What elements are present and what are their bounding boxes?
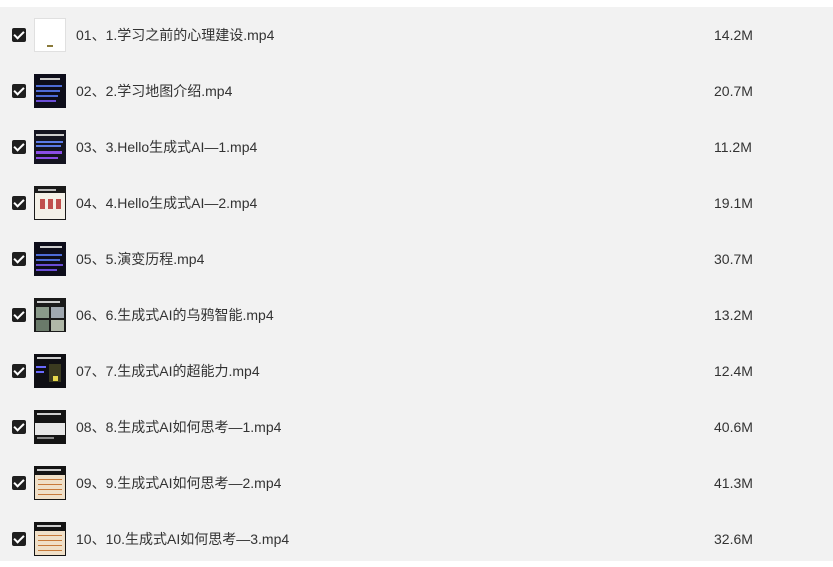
checkbox-checked[interactable]: [12, 252, 26, 266]
file-name[interactable]: 10、10.生成式AI如何思考—3.mp4: [76, 511, 289, 567]
file-size: 40.6M: [714, 419, 753, 435]
checkbox-checked[interactable]: [12, 364, 26, 378]
file-row[interactable]: 02、2.学习地图介绍.mp4 20.7M: [0, 63, 833, 119]
video-thumbnail: [34, 186, 66, 220]
file-name[interactable]: 03、3.Hello生成式AI—1.mp4: [76, 119, 257, 175]
video-thumbnail: [34, 354, 66, 388]
checkbox-checked[interactable]: [12, 196, 26, 210]
file-size: 20.7M: [714, 83, 753, 99]
file-name[interactable]: 04、4.Hello生成式AI—2.mp4: [76, 175, 257, 231]
file-size: 30.7M: [714, 251, 753, 267]
file-name[interactable]: 05、5.演变历程.mp4: [76, 231, 204, 287]
checkbox-checked[interactable]: [12, 532, 26, 546]
checkbox-checked[interactable]: [12, 308, 26, 322]
file-name[interactable]: 09、9.生成式AI如何思考—2.mp4: [76, 455, 281, 511]
file-row[interactable]: 05、5.演变历程.mp4 30.7M: [0, 231, 833, 287]
checkbox-checked[interactable]: [12, 140, 26, 154]
video-thumbnail: [34, 130, 66, 164]
video-thumbnail: [34, 466, 66, 500]
file-row[interactable]: 06、6.生成式AI的乌鸦智能.mp4 13.2M: [0, 287, 833, 343]
file-size: 11.2M: [714, 139, 752, 155]
file-row[interactable]: 03、3.Hello生成式AI—1.mp4 11.2M: [0, 119, 833, 175]
video-thumbnail: [34, 18, 66, 52]
file-name[interactable]: 08、8.生成式AI如何思考—1.mp4: [76, 399, 281, 455]
video-thumbnail: [34, 410, 66, 444]
file-name[interactable]: 01、1.学习之前的心理建设.mp4: [76, 7, 274, 63]
file-row[interactable]: 04、4.Hello生成式AI—2.mp4 19.1M: [0, 175, 833, 231]
file-name[interactable]: 07、7.生成式AI的超能力.mp4: [76, 343, 260, 399]
checkbox-checked[interactable]: [12, 84, 26, 98]
video-thumbnail: [34, 242, 66, 276]
file-size: 41.3M: [714, 475, 753, 491]
video-thumbnail: [34, 522, 66, 556]
file-size: 32.6M: [714, 531, 753, 547]
checkbox-checked[interactable]: [12, 420, 26, 434]
checkbox-checked[interactable]: [12, 28, 26, 42]
file-row[interactable]: 09、9.生成式AI如何思考—2.mp4 41.3M: [0, 455, 833, 511]
file-row[interactable]: 10、10.生成式AI如何思考—3.mp4 32.6M: [0, 511, 833, 567]
file-size: 14.2M: [714, 27, 753, 43]
file-name[interactable]: 06、6.生成式AI的乌鸦智能.mp4: [76, 287, 274, 343]
file-row[interactable]: 07、7.生成式AI的超能力.mp4 12.4M: [0, 343, 833, 399]
file-name[interactable]: 02、2.学习地图介绍.mp4: [76, 63, 232, 119]
file-row[interactable]: 01、1.学习之前的心理建设.mp4 14.2M: [0, 7, 833, 63]
file-list: 01、1.学习之前的心理建设.mp4 14.2M 02、2.学习地图介绍.mp4…: [0, 7, 833, 561]
checkbox-checked[interactable]: [12, 476, 26, 490]
file-size: 19.1M: [714, 195, 753, 211]
video-thumbnail: [34, 74, 66, 108]
video-thumbnail: [34, 298, 66, 332]
file-row[interactable]: 08、8.生成式AI如何思考—1.mp4 40.6M: [0, 399, 833, 455]
file-size: 13.2M: [714, 307, 753, 323]
file-size: 12.4M: [714, 363, 753, 379]
